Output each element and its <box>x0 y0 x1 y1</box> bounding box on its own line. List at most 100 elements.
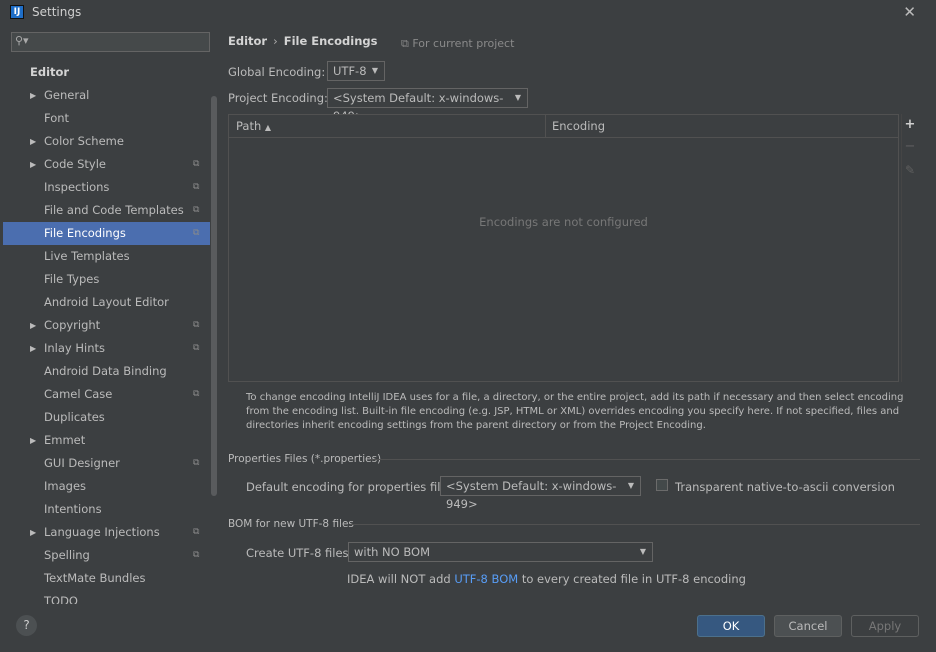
sidebar-item[interactable]: Font <box>3 107 210 130</box>
sidebar-item[interactable]: ▶ Emmet <box>3 429 210 452</box>
sidebar-header-editor[interactable]: Editor <box>30 65 69 79</box>
global-encoding-combo[interactable]: UTF-8 ▼ <box>327 61 385 81</box>
sidebar-item-label: Android Layout Editor <box>44 295 169 309</box>
sidebar-item[interactable]: Spelling ⧉ <box>3 544 210 567</box>
edit-icon[interactable]: ✎ <box>902 163 918 177</box>
bom-section-title: BOM for new UTF-8 files <box>228 518 354 530</box>
bom-note-before: IDEA will NOT add <box>347 572 455 586</box>
table-toolbar <box>901 114 922 382</box>
search-input[interactable]: ⚲▾ <box>11 32 210 52</box>
project-scope-icon: ⧉ <box>193 389 200 399</box>
sidebar-item-label: Font <box>44 111 70 125</box>
sidebar-item[interactable]: Inspections ⧉ <box>3 176 210 199</box>
sidebar-item[interactable]: TextMate Bundles <box>3 567 210 590</box>
sidebar-item-label: File Types <box>44 272 100 286</box>
sidebar-item-label: Live Templates <box>44 249 130 263</box>
settings-sidebar: ⚲▾ Editor ▶ General Font ▶ Color Scheme ▶ Code… <box>3 26 218 608</box>
project-encoding-combo[interactable]: <System Default: x-windows-949> ▼ <box>327 88 528 123</box>
sidebar-scrollbar[interactable] <box>211 96 217 496</box>
path-column-label: Path <box>236 119 262 133</box>
sidebar-item-label: Code Style <box>44 157 106 171</box>
sidebar-item-label: File and Code Templates <box>44 203 184 217</box>
expand-arrow-icon[interactable]: ▶ <box>30 429 36 452</box>
help-button[interactable]: ? <box>16 615 37 636</box>
sidebar-item[interactable]: ▶ Color Scheme <box>3 130 210 153</box>
encoding-column-header[interactable]: Encoding <box>552 119 605 133</box>
chevron-down-icon: ▼ <box>639 547 646 556</box>
sidebar-item-label: TextMate Bundles <box>44 571 146 585</box>
sidebar-item[interactable]: ▶ Language Injections ⧉ <box>3 521 210 544</box>
sidebar-item-label: Spelling <box>44 548 90 562</box>
column-divider[interactable] <box>545 115 546 137</box>
help-description: To change encoding IntelliJ IDEA uses fo… <box>246 392 904 431</box>
sidebar-item-label: Images <box>44 479 87 493</box>
sidebar-item[interactable]: Android Layout Editor <box>3 291 210 314</box>
intellij-app-icon: IJ <box>10 5 24 19</box>
sidebar-item[interactable]: File Types <box>3 268 210 291</box>
sidebar-item[interactable]: ▶ Code Style ⧉ <box>3 153 210 176</box>
sort-ascending-icon: ▲ <box>264 123 272 132</box>
sidebar-item[interactable]: ▶ General <box>3 84 210 107</box>
sidebar-item[interactable]: Images <box>3 475 210 498</box>
empty-table-text: Encodings are not configured <box>479 215 648 229</box>
project-scope-icon: ⧉ <box>193 205 200 215</box>
expand-arrow-icon[interactable]: ▶ <box>30 130 36 153</box>
sidebar-item[interactable]: Camel Case ⧉ <box>3 383 210 406</box>
sidebar-item-label: Android Data Binding <box>44 364 167 378</box>
native-to-ascii-checkbox[interactable] <box>656 479 668 491</box>
search-icon: ⚲▾ <box>15 34 29 47</box>
chevron-down-icon: ▼ <box>514 93 521 102</box>
close-icon[interactable]: ✕ <box>903 3 916 21</box>
expand-arrow-icon[interactable]: ▶ <box>30 314 36 337</box>
project-encoding-label: Project Encoding: <box>228 91 328 105</box>
create-utf8-label: Create UTF-8 files: <box>246 546 353 560</box>
sidebar-item[interactable]: ▶ Copyright ⧉ <box>3 314 210 337</box>
breadcrumb: Editor › File Encodings <box>228 34 377 48</box>
expand-arrow-icon[interactable]: ▶ <box>30 84 36 107</box>
sidebar-item[interactable]: Intentions <box>3 498 210 521</box>
project-scope-icon: ⧉ <box>193 458 200 468</box>
project-scope-icon: ⧉ <box>193 320 200 330</box>
sidebar-item[interactable]: Android Data Binding <box>3 360 210 383</box>
apply-button[interactable]: Apply <box>851 615 919 637</box>
properties-encoding-combo[interactable]: <System Default: x-windows-949> ▼ <box>440 476 641 511</box>
sidebar-item-label: Color Scheme <box>44 134 124 148</box>
scope-hint-text: For current project <box>412 37 515 50</box>
breadcrumb-parent[interactable]: Editor <box>228 34 267 48</box>
global-encoding-label: Global Encoding: <box>228 65 326 79</box>
project-scope-icon: ⧉ <box>193 159 200 169</box>
bom-value: with NO BOM <box>354 545 431 559</box>
sidebar-item-label: Language Injections <box>44 525 160 539</box>
sidebar-item[interactable]: File Encodings ⧉ <box>3 222 210 245</box>
sidebar-item[interactable]: ▶ Inlay Hints ⧉ <box>3 337 210 360</box>
expand-arrow-icon[interactable]: ▶ <box>30 153 36 176</box>
path-column-header[interactable]: Path ▲ <box>236 119 271 133</box>
bom-combo[interactable]: with NO BOM ▼ <box>348 542 653 562</box>
sidebar-item[interactable]: GUI Designer ⧉ <box>3 452 210 475</box>
sidebar-item-label: General <box>44 88 90 102</box>
project-scope-icon: ⧉ <box>193 343 200 353</box>
expand-arrow-icon[interactable]: ▶ <box>30 337 36 360</box>
properties-section-title: Properties Files (*.properties) <box>228 453 382 465</box>
sidebar-item-label: GUI Designer <box>44 456 120 470</box>
utf8-bom-link[interactable]: UTF-8 BOM <box>454 572 518 586</box>
sidebar-item-label: Copyright <box>44 318 101 332</box>
properties-encoding-label: Default encoding for properties files: <box>246 480 458 494</box>
cancel-button[interactable]: Cancel <box>774 615 842 637</box>
window-title: Settings <box>32 5 82 19</box>
remove-icon[interactable]: − <box>902 139 918 154</box>
section-divider <box>370 459 920 460</box>
sidebar-item[interactable]: Duplicates <box>3 406 210 429</box>
section-divider <box>350 524 920 525</box>
project-scope-icon: ⧉ <box>193 527 200 537</box>
project-scope-icon: ⧉ <box>401 37 413 50</box>
sidebar-item[interactable]: Live Templates <box>3 245 210 268</box>
ok-button[interactable]: OK <box>697 615 765 637</box>
chevron-down-icon: ▼ <box>627 481 634 490</box>
scope-hint: ⧉ For current project <box>401 37 514 51</box>
sidebar-item[interactable]: File and Code Templates ⧉ <box>3 199 210 222</box>
expand-arrow-icon[interactable]: ▶ <box>30 521 36 544</box>
properties-encoding-value: <System Default: x-windows-949> <box>446 479 617 511</box>
native-to-ascii-label[interactable]: Transparent native-to-ascii conversion <box>675 480 895 494</box>
add-icon[interactable]: + <box>902 117 918 132</box>
